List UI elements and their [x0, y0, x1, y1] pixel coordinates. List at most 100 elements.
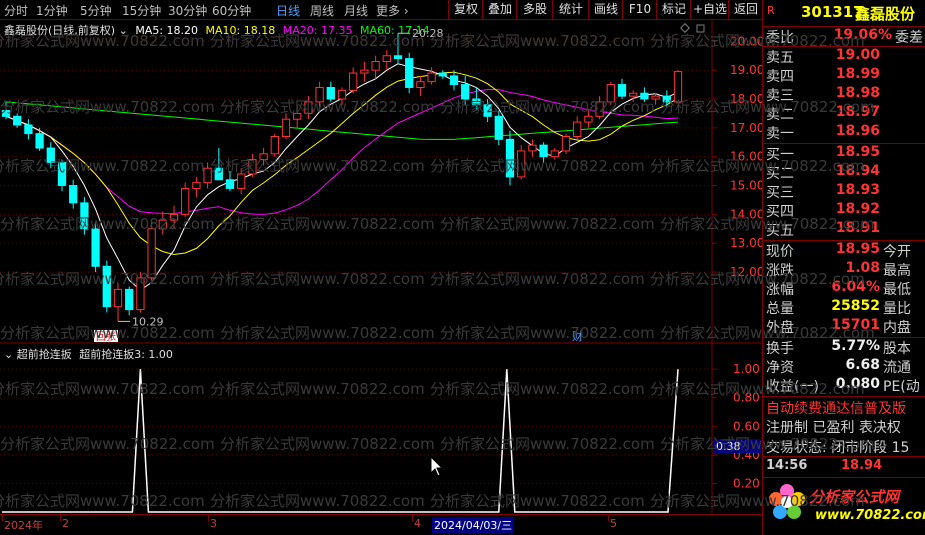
- stat-right-label: 量比: [883, 301, 911, 317]
- toolbar-button-7[interactable]: +自选: [690, 0, 729, 19]
- ma20-line: [5, 88, 679, 215]
- candle-body: [438, 72, 447, 77]
- time-label-4: 2024/04/03/三: [432, 517, 515, 533]
- candle-body: [405, 58, 414, 88]
- candle-body: [237, 173, 246, 189]
- candle-body: [505, 138, 515, 178]
- candle-body: [360, 69, 369, 74]
- bid-label: 买一: [766, 147, 794, 163]
- weicha-label: 委差: [895, 30, 923, 46]
- period-tab-9[interactable]: 更多 ›: [376, 2, 409, 19]
- indicator-dropdown-icon[interactable]: ⌄: [4, 348, 13, 361]
- candle-body: [293, 112, 302, 120]
- bid-price: 18.93: [835, 182, 880, 198]
- ask-row: 卖四 18.99: [763, 66, 925, 85]
- stat-row: 总量 25852 量比: [763, 298, 925, 317]
- candle-body: [651, 95, 660, 100]
- candle-body: [629, 92, 638, 97]
- diamond-icon: [680, 23, 690, 33]
- candle-body: [494, 115, 503, 140]
- candle-body: [169, 213, 179, 221]
- candle-body: [427, 72, 436, 83]
- candle-body: [80, 202, 89, 230]
- time-label-5: 5: [610, 517, 617, 530]
- ask-price: 18.97: [835, 104, 880, 120]
- toolbar-button-6[interactable]: 标记: [656, 0, 691, 19]
- trade-status: 交易状态: 闭市阶段 15: [766, 440, 910, 456]
- period-toolbar: 分时 1分钟 5分钟 15分钟 30分钟 60分钟 日线 周线 月线 更多 › 复权 叠加 多股 统计 画线…: [0, 0, 762, 20]
- ask-price: 18.99: [835, 66, 880, 82]
- candle-body: [281, 118, 291, 137]
- toolbar-button-0[interactable]: 复权: [448, 0, 483, 19]
- period-tab-2[interactable]: 5分钟: [80, 2, 112, 19]
- candle-body: [595, 101, 604, 117]
- y-tick-label: 13.00: [730, 236, 762, 250]
- candle-body: [640, 92, 649, 100]
- time-label-2: 3: [210, 517, 217, 530]
- stat2-label: 收益(一): [766, 379, 819, 395]
- candle-body: [113, 288, 123, 308]
- candle-body: [304, 101, 313, 114]
- period-tab-3[interactable]: 15分钟: [122, 2, 161, 19]
- y-tick-label: 19.00: [730, 63, 762, 77]
- stat-right-label: 最高: [883, 263, 911, 279]
- ask-label: 卖三: [766, 88, 794, 104]
- y-tick-label: 12.00: [730, 265, 762, 279]
- stat2-row: 净资 6.68 流通: [763, 357, 925, 376]
- candle-body: [517, 150, 526, 178]
- stat-label: 外盘: [766, 320, 794, 336]
- sep: [763, 456, 925, 457]
- y-tick-label: 14.00: [730, 207, 762, 221]
- candle-body: [35, 133, 44, 149]
- candle-body: [1, 110, 11, 117]
- sep: [763, 396, 925, 397]
- weibi-row: 委比 19.06% 委差: [763, 27, 925, 46]
- period-tab-7[interactable]: 周线: [310, 2, 334, 19]
- period-tab-5[interactable]: 60分钟: [212, 2, 251, 19]
- indicator-legend: ⌄ 超前抢连扳 超前抢连扳3: 1.00: [4, 346, 173, 362]
- y-tick-label: 15.00: [730, 179, 762, 193]
- weibi-label: 委比: [766, 30, 794, 46]
- period-tab-4[interactable]: 30分钟: [168, 2, 207, 19]
- ask-label: 卖四: [766, 69, 794, 85]
- toolbar-button-4[interactable]: 画线: [588, 0, 623, 19]
- time-label-1: 2: [62, 517, 69, 530]
- toolbar-button-3[interactable]: 统计: [552, 0, 589, 19]
- brand-url: www.70822.com: [815, 508, 925, 523]
- period-tab-8[interactable]: 月线: [344, 2, 368, 19]
- toolbar-button-2[interactable]: 多股: [516, 0, 553, 19]
- candle-body: [606, 84, 615, 103]
- candle-body: [214, 167, 223, 181]
- low-label: 10.29: [132, 315, 164, 328]
- y-tick-label: 16.00: [730, 150, 762, 164]
- ask-price: 18.96: [835, 123, 880, 139]
- candle-body: [617, 84, 627, 97]
- legend-dropdown-icon[interactable]: ⌄: [119, 24, 128, 37]
- legend-title: 鑫磊股份(日线,前复权): [4, 24, 116, 37]
- stat2-row: 收益(一) 0.080 PE(动: [763, 376, 925, 395]
- time-label-3: 4: [414, 517, 421, 530]
- ask-price: 19.00: [835, 47, 880, 63]
- toolbar-button-8[interactable]: 返回: [728, 0, 763, 19]
- ask-label: 卖二: [766, 107, 794, 123]
- time-tick: [60, 515, 61, 521]
- toolbar-button-1[interactable]: 叠加: [482, 0, 517, 19]
- candle-body: [270, 136, 279, 155]
- period-tab-0[interactable]: 分时: [4, 2, 28, 19]
- bid-label: 买三: [766, 185, 794, 201]
- scroll-notice[interactable]: 自动续费通达信普及版: [766, 398, 906, 418]
- ind-y-tick-label: 0.20: [733, 476, 760, 490]
- toolbar-button-5[interactable]: F10: [622, 0, 657, 19]
- indicator-line: [2, 369, 679, 513]
- main-kline-chart[interactable]: 20.00 19.00 18.00 17.00 16.00 15.00 14.00 13.00…: [0, 20, 762, 344]
- period-tab-6[interactable]: 日线: [276, 2, 300, 19]
- candle-body: [449, 75, 459, 86]
- mouse-cursor-icon: [430, 455, 444, 477]
- candle-body: [125, 288, 134, 311]
- candle-body: [136, 277, 145, 311]
- ind-y-tick-label: 0.80: [733, 391, 760, 405]
- indicator-chart[interactable]: 1.000.800.600.400.200.38: [0, 344, 762, 514]
- period-tab-1[interactable]: 1分钟: [36, 2, 68, 19]
- time-tick: [208, 515, 209, 521]
- candle-body: [416, 81, 425, 88]
